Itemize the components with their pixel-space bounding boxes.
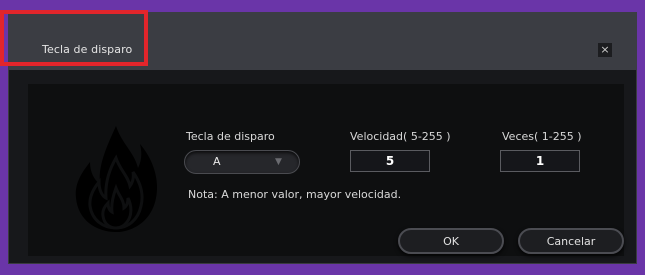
trigger-key-label: Tecla de disparo bbox=[186, 130, 275, 143]
close-button[interactable]: × bbox=[598, 43, 612, 57]
times-label: Veces( 1-255 ) bbox=[502, 130, 582, 143]
chevron-down-icon: ▼ bbox=[275, 157, 282, 167]
dialog-body: Tecla de disparo A ▼ Velocidad( 5-255 ) … bbox=[28, 84, 624, 256]
speed-note: Nota: A menor valor, mayor velocidad. bbox=[188, 188, 402, 201]
ok-button[interactable]: OK bbox=[398, 228, 504, 254]
trigger-key-value: A bbox=[213, 155, 221, 168]
highlight-annotation bbox=[0, 10, 148, 66]
trigger-key-select[interactable]: A ▼ bbox=[184, 150, 300, 174]
speed-input[interactable]: 5 bbox=[350, 150, 430, 172]
cancel-button[interactable]: Cancelar bbox=[518, 228, 624, 254]
times-input[interactable]: 1 bbox=[500, 150, 580, 172]
flame-icon bbox=[75, 126, 158, 232]
speed-label: Velocidad( 5-255 ) bbox=[350, 130, 451, 143]
close-icon: × bbox=[600, 43, 610, 56]
